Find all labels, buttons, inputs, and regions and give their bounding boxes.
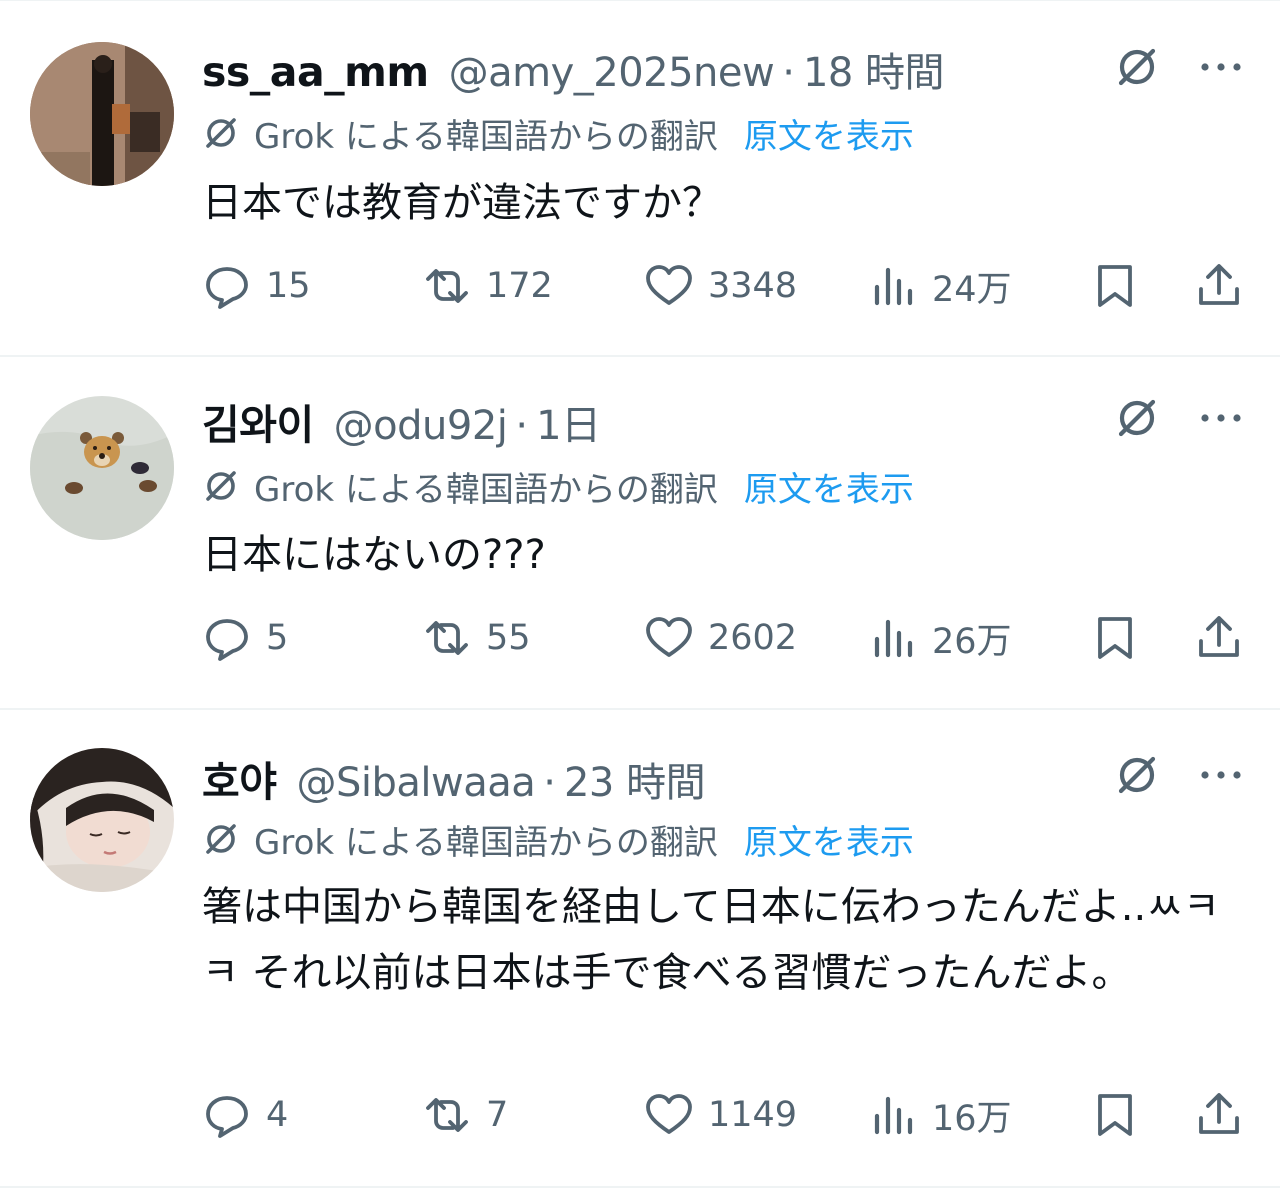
translation-label: Grok による韓国語からの翻訳 (254, 116, 718, 157)
reply-button[interactable]: 15 (202, 259, 311, 313)
reply-count: 15 (266, 266, 311, 306)
grok-icon (206, 118, 236, 148)
views-button[interactable]: 24万 (868, 259, 1012, 313)
retweet-icon (426, 269, 468, 303)
translation-bar: Grok による韓国語からの翻訳 原文を表示 (200, 815, 914, 864)
like-count: 1149 (708, 1095, 798, 1135)
tweet-text: 日本にはないの??? (202, 532, 546, 578)
user-handle[interactable]: @odu92j (334, 403, 508, 449)
tweet-text: 箸は中国から韓国を経由して日本に伝わったんだよ..ㅆㅋㅋ それ以前は日本は手で食… (202, 884, 1220, 996)
display-name[interactable]: ss_aa_mm (202, 48, 429, 96)
views-icon (874, 267, 913, 306)
like-icon (646, 617, 692, 657)
share-button[interactable] (1194, 1088, 1244, 1142)
timestamp[interactable]: 18 時間 (803, 40, 945, 98)
reply-button[interactable]: 4 (202, 1088, 288, 1142)
share-button[interactable] (1194, 611, 1244, 665)
translation-label: Grok による韓国語からの翻訳 (254, 469, 718, 510)
display-name[interactable]: 호야 (202, 748, 277, 808)
show-original-link[interactable]: 原文を表示 (744, 462, 914, 511)
translation-bar: Grok による韓国語からの翻訳 原文を表示 (200, 109, 914, 158)
grok-icon (206, 471, 236, 501)
share-icon (1199, 1093, 1239, 1134)
separator-dot: · (543, 760, 556, 806)
views-icon (874, 619, 913, 658)
like-icon (646, 1094, 692, 1134)
tweet-header: ss_aa_mm @amy_2025new · 18 時間 (202, 40, 945, 96)
tweet-text: 日本では教育が違法ですか？ (202, 180, 722, 226)
reply-icon (206, 1096, 248, 1138)
more-icon[interactable] (1196, 42, 1246, 92)
grok-icon (206, 824, 236, 854)
bookmark-icon (1098, 265, 1132, 307)
avatar[interactable] (30, 396, 174, 540)
separator-dot: · (515, 403, 529, 449)
like-button[interactable]: 3348 (644, 259, 797, 313)
share-icon (1199, 616, 1239, 657)
tweet[interactable]: 김와이 @odu92j · 1日 Grok による韓国語からの翻訳 原文を表示 … (0, 357, 1280, 710)
grok-icon[interactable] (1112, 393, 1162, 443)
like-button[interactable]: 2602 (644, 611, 797, 665)
avatar[interactable] (30, 748, 174, 892)
views-button[interactable]: 16万 (868, 1088, 1012, 1142)
action-bar: 4 7 1149 16万 (0, 1088, 1280, 1142)
like-button[interactable]: 1149 (644, 1088, 797, 1142)
share-button[interactable] (1194, 259, 1244, 313)
retweet-count: 172 (486, 266, 553, 306)
avatar[interactable] (30, 42, 174, 186)
grok-icon[interactable] (1112, 42, 1162, 92)
reply-icon (206, 619, 248, 661)
retweet-button[interactable]: 55 (422, 611, 531, 665)
translation-bar: Grok による韓国語からの翻訳 原文を表示 (200, 462, 914, 511)
bookmark-icon (1098, 617, 1132, 659)
user-handle[interactable]: @amy_2025new (449, 50, 775, 96)
reply-icon (206, 267, 248, 309)
retweet-button[interactable]: 7 (422, 1088, 508, 1142)
views-button[interactable]: 26万 (868, 611, 1012, 665)
separator-dot: · (782, 50, 795, 96)
bookmark-button[interactable] (1090, 259, 1140, 313)
show-original-link[interactable]: 原文を表示 (744, 815, 914, 864)
like-count: 2602 (708, 618, 798, 658)
tweet[interactable]: 호야 @Sibalwaaa · 23 時間 Grok による韓国語からの翻訳 原… (0, 710, 1280, 1188)
grok-icon[interactable] (1112, 750, 1162, 800)
views-count: 24万 (932, 269, 1012, 310)
translation-label: Grok による韓国語からの翻訳 (254, 822, 718, 863)
show-original-link[interactable]: 原文を表示 (744, 109, 914, 158)
user-handle[interactable]: @Sibalwaaa (296, 760, 535, 806)
views-icon (874, 1096, 913, 1135)
tweet-header: 김와이 @odu92j · 1日 (202, 391, 601, 449)
views-count: 16万 (932, 1098, 1012, 1139)
reply-count: 5 (266, 618, 289, 658)
bookmark-button[interactable] (1090, 1088, 1140, 1142)
tweet[interactable]: ss_aa_mm @amy_2025new · 18 時間 Grok による韓国… (0, 0, 1280, 357)
like-icon (646, 265, 692, 305)
retweet-count: 55 (486, 618, 531, 658)
retweet-count: 7 (486, 1095, 509, 1135)
bookmark-icon (1098, 1094, 1132, 1136)
reply-count: 4 (266, 1095, 289, 1135)
timestamp[interactable]: 23 時間 (564, 750, 706, 808)
reply-button[interactable]: 5 (202, 611, 288, 665)
action-bar: 5 55 2602 26万 (0, 611, 1280, 665)
timestamp[interactable]: 1日 (536, 393, 601, 451)
retweet-icon (426, 621, 468, 655)
share-icon (1199, 264, 1239, 305)
bookmark-button[interactable] (1090, 611, 1140, 665)
tweet-divider (0, 1186, 1280, 1188)
retweet-button[interactable]: 172 (422, 259, 553, 313)
more-icon[interactable] (1196, 750, 1246, 800)
tweet-header: 호야 @Sibalwaaa · 23 時間 (202, 748, 706, 806)
like-count: 3348 (708, 266, 798, 306)
display-name[interactable]: 김와이 (202, 391, 314, 451)
views-count: 26万 (932, 621, 1012, 662)
more-icon[interactable] (1196, 393, 1246, 443)
retweet-icon (426, 1098, 468, 1132)
action-bar: 15 172 3348 24万 (0, 259, 1280, 313)
